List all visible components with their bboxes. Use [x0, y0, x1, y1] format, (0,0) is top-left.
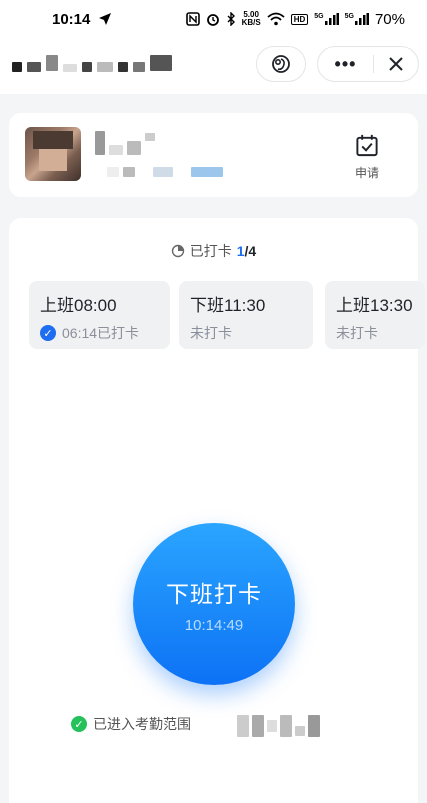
- punch-progress: 已打卡 1/4: [9, 241, 418, 261]
- redacted-block: [107, 167, 119, 177]
- punch-slot-status: 未打卡: [190, 323, 302, 343]
- status-time: 10:14: [52, 10, 91, 28]
- avatar: [25, 127, 81, 181]
- punch-slot-status: 未打卡: [336, 323, 414, 343]
- clock-out-label: 下班打卡: [166, 580, 262, 607]
- punch-slot-status-text: 未打卡: [336, 325, 378, 341]
- progress-current: 1: [236, 243, 245, 259]
- hd-badge: HD: [290, 13, 309, 25]
- redacted-block: [97, 62, 113, 72]
- redacted-block: [127, 141, 141, 155]
- app-header: •••: [0, 38, 427, 94]
- bluetooth-icon: [227, 12, 235, 26]
- location-redacted: [237, 715, 320, 737]
- signal-5g-2-label: 5G: [344, 13, 354, 20]
- alarm-icon: [206, 14, 219, 26]
- signal-5g-1: 5G: [314, 13, 339, 25]
- status-bar-right: 5.00 KB/S HD 5G 5G 70%: [185, 10, 405, 28]
- redacted-block: [12, 62, 22, 72]
- close-button[interactable]: [374, 47, 418, 81]
- redacted-block: [95, 131, 105, 155]
- check-circle-icon: ✓: [40, 325, 56, 341]
- redacted-block: [308, 715, 320, 737]
- punch-slot-3[interactable]: 上班13:30 未打卡: [325, 281, 425, 349]
- progress-label: 已打卡: [189, 243, 232, 259]
- pie-progress-icon: [171, 244, 184, 258]
- punch-slot-time: 上班08:00: [40, 296, 117, 315]
- more-icon: •••: [334, 53, 357, 74]
- redacted-block: [145, 133, 155, 141]
- punch-slot-status-text: 06:14已打卡: [62, 325, 140, 341]
- calendar-check-icon: [356, 134, 378, 157]
- apply-label: 申请: [354, 166, 379, 180]
- mini-program-button[interactable]: [256, 46, 306, 82]
- net-speed: 5.00 KB/S: [242, 11, 261, 27]
- progress-total: /4: [244, 243, 257, 259]
- redacted-block: [150, 55, 172, 71]
- redacted-block: [191, 167, 223, 177]
- net-speed-unit: KB/S: [241, 18, 261, 27]
- range-status-text: 已进入考勤范围: [93, 716, 191, 732]
- signal-icon: [354, 13, 369, 25]
- clock-out-button[interactable]: 下班打卡 10:14:49: [133, 523, 295, 685]
- mini-program-icon: [272, 55, 290, 73]
- punch-slot-time: 上班13:30: [336, 296, 413, 315]
- check-circle-icon: ✓: [71, 716, 87, 732]
- redacted-block: [177, 167, 187, 177]
- more-button[interactable]: •••: [318, 47, 373, 81]
- nfc-icon: [185, 12, 200, 26]
- redacted-block: [63, 64, 77, 72]
- status-bar: 10:14 5.00 KB/S HD 5G 5G 70%: [0, 0, 427, 38]
- redacted-block: [267, 720, 277, 732]
- redacted-block: [109, 145, 123, 155]
- close-icon: [389, 57, 403, 71]
- redacted-block: [82, 62, 92, 72]
- redacted-block: [280, 715, 292, 737]
- redacted-block: [295, 726, 305, 736]
- wifi-icon: [267, 12, 285, 26]
- apply-button[interactable]: 申请: [349, 133, 385, 181]
- signal-5g-2: 5G: [345, 13, 369, 25]
- capsule-menu: •••: [317, 46, 419, 82]
- redacted-block: [139, 167, 149, 177]
- redacted-block: [252, 715, 264, 737]
- attendance-card: 已打卡 1/4 上班08:00 ✓ 06:14已打卡 下班11:30 未打卡 上…: [9, 218, 425, 803]
- range-status: ✓ 已进入考勤范围: [71, 714, 191, 734]
- punch-slot-status: ✓ 06:14已打卡: [40, 323, 159, 343]
- redacted-block: [153, 167, 173, 177]
- signal-5g-1-label: 5G: [314, 13, 324, 20]
- punch-slot-1[interactable]: 上班08:00 ✓ 06:14已打卡: [29, 281, 170, 349]
- progress-count: 1/4: [237, 243, 256, 259]
- redacted-block: [27, 62, 41, 72]
- user-name-redacted: [95, 131, 155, 155]
- location-arrow-icon: [99, 13, 112, 25]
- redacted-block: [237, 715, 249, 737]
- user-dept-redacted: [107, 167, 223, 177]
- battery-percent: 70%: [374, 10, 405, 28]
- page-title-redacted: [12, 52, 217, 74]
- redacted-block: [46, 55, 58, 71]
- punch-slot-status-text: 未打卡: [190, 325, 232, 341]
- profile-card: 申请: [9, 113, 418, 197]
- redacted-block: [133, 62, 145, 72]
- status-bar-left: 10:14: [52, 11, 112, 28]
- redacted-block: [123, 167, 135, 177]
- signal-icon: [324, 13, 339, 25]
- current-time: 10:14:49: [184, 616, 244, 634]
- redacted-block: [118, 62, 128, 72]
- punch-slot-2[interactable]: 下班11:30 未打卡: [179, 281, 313, 349]
- punch-slot-time: 下班11:30: [190, 296, 266, 315]
